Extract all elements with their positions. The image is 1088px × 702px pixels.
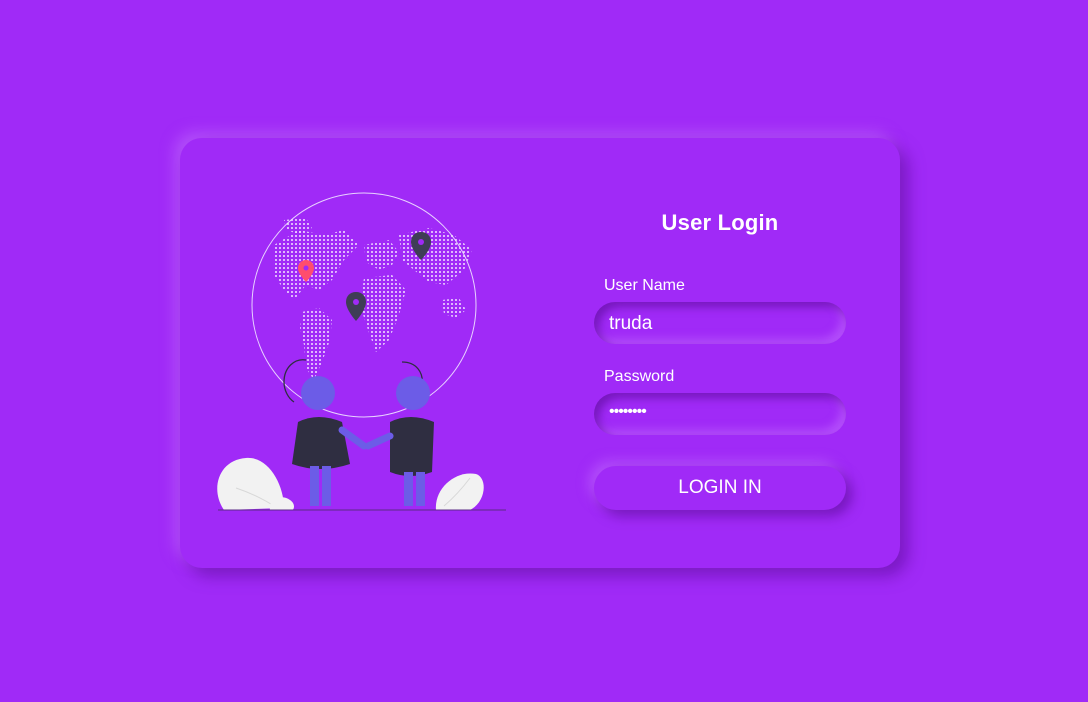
leaf-icon xyxy=(435,473,484,510)
password-value: •••••••• xyxy=(609,403,647,420)
form-title: User Login xyxy=(661,210,779,235)
username-label: User Name xyxy=(604,277,685,294)
password-input[interactable]: •••••••• xyxy=(594,393,846,435)
username-input[interactable]: truda xyxy=(594,302,846,344)
illustration xyxy=(217,192,506,511)
login-form: User Login User Name truda Password ••••… xyxy=(594,138,846,568)
leaf-icon xyxy=(217,457,294,511)
people-handshake-icon xyxy=(283,359,434,506)
password-label: Password xyxy=(604,368,675,385)
username-value: truda xyxy=(609,313,653,334)
login-button[interactable]: LOGIN IN xyxy=(594,466,846,510)
map-pin-icon xyxy=(346,292,366,321)
login-card: User Login User Name truda Password ••••… xyxy=(180,138,900,568)
